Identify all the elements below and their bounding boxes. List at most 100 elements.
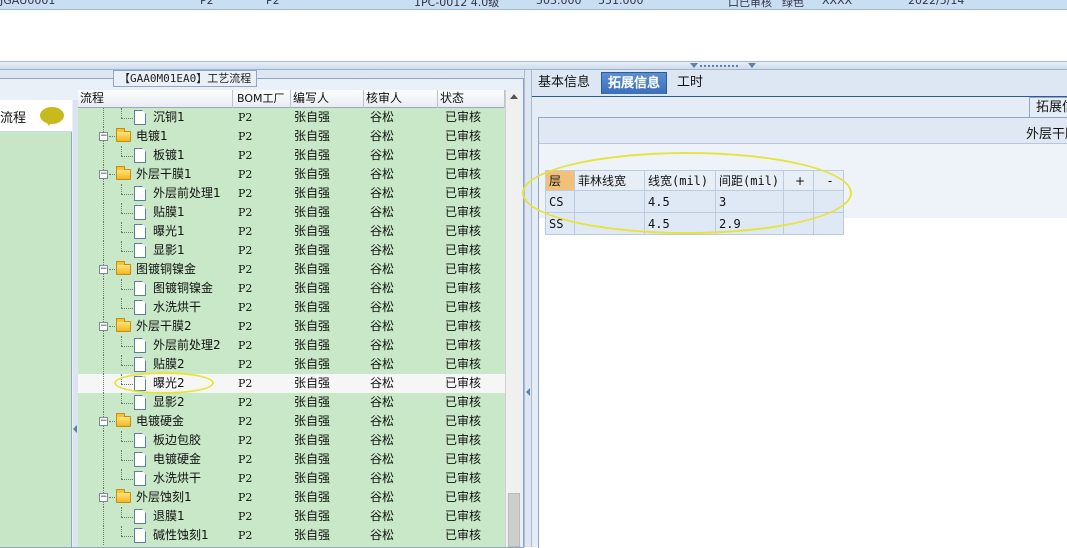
tree-node[interactable]: 显影2 [78, 393, 233, 412]
col-layer[interactable]: 层 [545, 170, 575, 191]
tree-scrollbar[interactable] [505, 90, 521, 547]
tree-connector [121, 403, 133, 404]
cell-layer[interactable]: SS [545, 212, 575, 235]
tree-row[interactable]: − 电镀1 P2 张自强 谷松 已审核 [78, 127, 505, 146]
inner-tab-extended[interactable]: 拓展信息 [1029, 97, 1067, 117]
tree-node[interactable]: 图镀铜镍金 [78, 279, 233, 298]
tree-node[interactable]: 外层前处理2 [78, 336, 233, 355]
cell-width[interactable]: 4.5 [644, 190, 716, 213]
collapse-toggle-icon[interactable]: − [99, 417, 108, 426]
collapse-toggle-icon[interactable]: − [99, 265, 108, 274]
tree-node[interactable]: 贴膜2 [78, 355, 233, 374]
tree-row[interactable]: 水洗烘干 P2 张自强 谷松 已审核 [78, 469, 505, 488]
cell-layer[interactable]: CS [545, 190, 575, 213]
tree-node[interactable]: 外层前处理1 [78, 184, 233, 203]
tree-row[interactable]: 贴膜1 P2 张自强 谷松 已审核 [78, 203, 505, 222]
cell-extra[interactable] [783, 212, 814, 235]
tree-node[interactable]: 退膜1 [78, 507, 233, 526]
tab-work-hours[interactable]: 工时 [671, 72, 709, 94]
tree-row[interactable]: 沉铜1 P2 张自强 谷松 已审核 [78, 108, 505, 127]
tree-row[interactable]: 曝光1 P2 张自强 谷松 已审核 [78, 222, 505, 241]
tree-node[interactable]: − 外层干膜2 [78, 317, 233, 336]
cell-extra[interactable] [783, 190, 814, 213]
tree-row[interactable]: 板镀1 P2 张自强 谷松 已审核 [78, 146, 505, 165]
tree-node[interactable]: 板边包胶 [78, 431, 233, 450]
line-spec-table: 层 菲林线宽 线宽(mil) 间距(mil) + - CS 4.5 3 SS 4… [545, 170, 844, 235]
tree-node[interactable]: − 电镀1 [78, 127, 233, 146]
collapse-toggle-icon[interactable]: − [99, 170, 108, 179]
tree-row[interactable]: 贴膜2 P2 张自强 谷松 已审核 [78, 355, 505, 374]
collapse-toggle-icon[interactable]: − [99, 322, 108, 331]
collapse-arrow-icon[interactable] [690, 63, 698, 68]
cell-width[interactable]: 4.5 [644, 212, 716, 235]
tree-row[interactable]: 曝光2 P2 张自强 谷松 已审核 [78, 374, 505, 393]
tree-row[interactable]: 电镀硬金 P2 张自强 谷松 已审核 [78, 450, 505, 469]
tree-row[interactable]: − 外层干膜1 P2 张自强 谷松 已审核 [78, 165, 505, 184]
tree-row[interactable]: 外层前处理2 P2 张自强 谷松 已审核 [78, 336, 505, 355]
col-width[interactable]: 线宽(mil) [644, 170, 716, 191]
table-row[interactable]: SS 4.5 2.9 [545, 212, 844, 235]
cell-extra[interactable] [813, 190, 844, 213]
tree-node[interactable]: − 图镀铜镍金 [78, 260, 233, 279]
cell-extra[interactable] [813, 212, 844, 235]
table-empty-area [539, 218, 1067, 548]
collapse-toggle-icon[interactable]: − [99, 132, 108, 141]
tree-row[interactable]: 碱性蚀刻1 P2 张自强 谷松 已审核 [78, 526, 505, 545]
tree-node[interactable]: 碱性蚀刻1 [78, 526, 233, 545]
collapse-left-icon[interactable] [73, 425, 77, 433]
tree-node[interactable]: − 外层干膜1 [78, 165, 233, 184]
tree-row[interactable]: 退膜1 P2 张自强 谷松 已审核 [78, 507, 505, 526]
tree-row[interactable]: 板边包胶 P2 张自强 谷松 已审核 [78, 431, 505, 450]
tab-extended-info[interactable]: 拓展信息 [601, 72, 668, 94]
reviewer-cell: 谷松 [370, 129, 395, 143]
tree-node[interactable]: 水洗烘干 [78, 469, 233, 488]
scrollbar-thumb[interactable] [508, 493, 520, 547]
cell-spacing[interactable]: 2.9 [715, 212, 784, 235]
cell-spacing[interactable]: 3 [715, 190, 784, 213]
tree-row[interactable]: 显影2 P2 张自强 谷松 已审核 [78, 393, 505, 412]
tree-row[interactable]: 图镀铜镍金 P2 张自强 谷松 已审核 [78, 279, 505, 298]
collapse-left-icon[interactable] [526, 388, 530, 396]
cell-film-width[interactable] [574, 212, 645, 235]
cell-film-width[interactable] [574, 190, 645, 213]
process-panel-header[interactable]: 流程 [0, 100, 72, 132]
splitter-grip-icon[interactable] [700, 65, 740, 67]
tree-node[interactable]: 曝光2 [78, 374, 233, 393]
header-writer[interactable]: 编写人 [291, 90, 364, 108]
bom-cell: P2 [238, 111, 253, 124]
header-node[interactable]: 流程 [78, 90, 233, 108]
tree-node[interactable]: 水洗烘干 [78, 298, 233, 317]
tab-basic-info[interactable]: 基本信息 [532, 72, 596, 94]
tree-node[interactable]: 板镀1 [78, 146, 233, 165]
col-spacing[interactable]: 间距(mil) [715, 170, 784, 191]
tree-node[interactable]: 贴膜1 [78, 203, 233, 222]
tree-row[interactable]: 外层前处理1 P2 张自强 谷松 已审核 [78, 184, 505, 203]
tree-row[interactable]: 显影1 P2 张自强 谷松 已审核 [78, 241, 505, 260]
remove-column-button[interactable]: - [813, 170, 844, 191]
tree-node[interactable]: − 电镀硬金 [78, 412, 233, 431]
add-column-button[interactable]: + [783, 170, 814, 191]
tree-node[interactable]: 曝光1 [78, 222, 233, 241]
middle-splitter[interactable] [524, 70, 532, 547]
header-bom[interactable]: BOM工厂 [235, 90, 291, 108]
tree-node[interactable]: − 外层蚀刻1 [78, 488, 233, 507]
tree-node[interactable]: 显影1 [78, 241, 233, 260]
table-row[interactable]: CS 4.5 3 [545, 190, 844, 213]
tree-row[interactable]: − 图镀铜镍金 P2 张自强 谷松 已审核 [78, 260, 505, 279]
tree-row[interactable]: − 电镀硬金 P2 张自强 谷松 已审核 [78, 412, 505, 431]
header-status[interactable]: 状态 [438, 90, 505, 108]
tree-node[interactable]: 电镀硬金 [78, 450, 233, 469]
tree-connector [121, 203, 122, 213]
scroll-up-icon[interactable] [510, 94, 518, 99]
col-film-width[interactable]: 菲林线宽 [574, 170, 645, 191]
tree-row[interactable]: − 外层干膜2 P2 张自强 谷松 已审核 [78, 317, 505, 336]
comment-bubble-icon[interactable] [40, 107, 64, 126]
header-reviewer[interactable]: 核审人 [364, 90, 438, 108]
collapse-arrow-icon[interactable] [748, 63, 756, 68]
collapse-toggle-icon[interactable]: − [99, 493, 108, 502]
tree-row[interactable]: − 外层蚀刻1 P2 张自强 谷松 已审核 [78, 488, 505, 507]
horizontal-splitter[interactable] [0, 62, 1067, 70]
tree-node[interactable]: 沉铜1 [78, 108, 233, 127]
top-data-row[interactable]: JGAU0001 P2 P2 1PC-0012 4.0级 503.000 551.000 口… [0, 0, 1067, 10]
tree-row[interactable]: 水洗烘干 P2 张自强 谷松 已审核 [78, 298, 505, 317]
